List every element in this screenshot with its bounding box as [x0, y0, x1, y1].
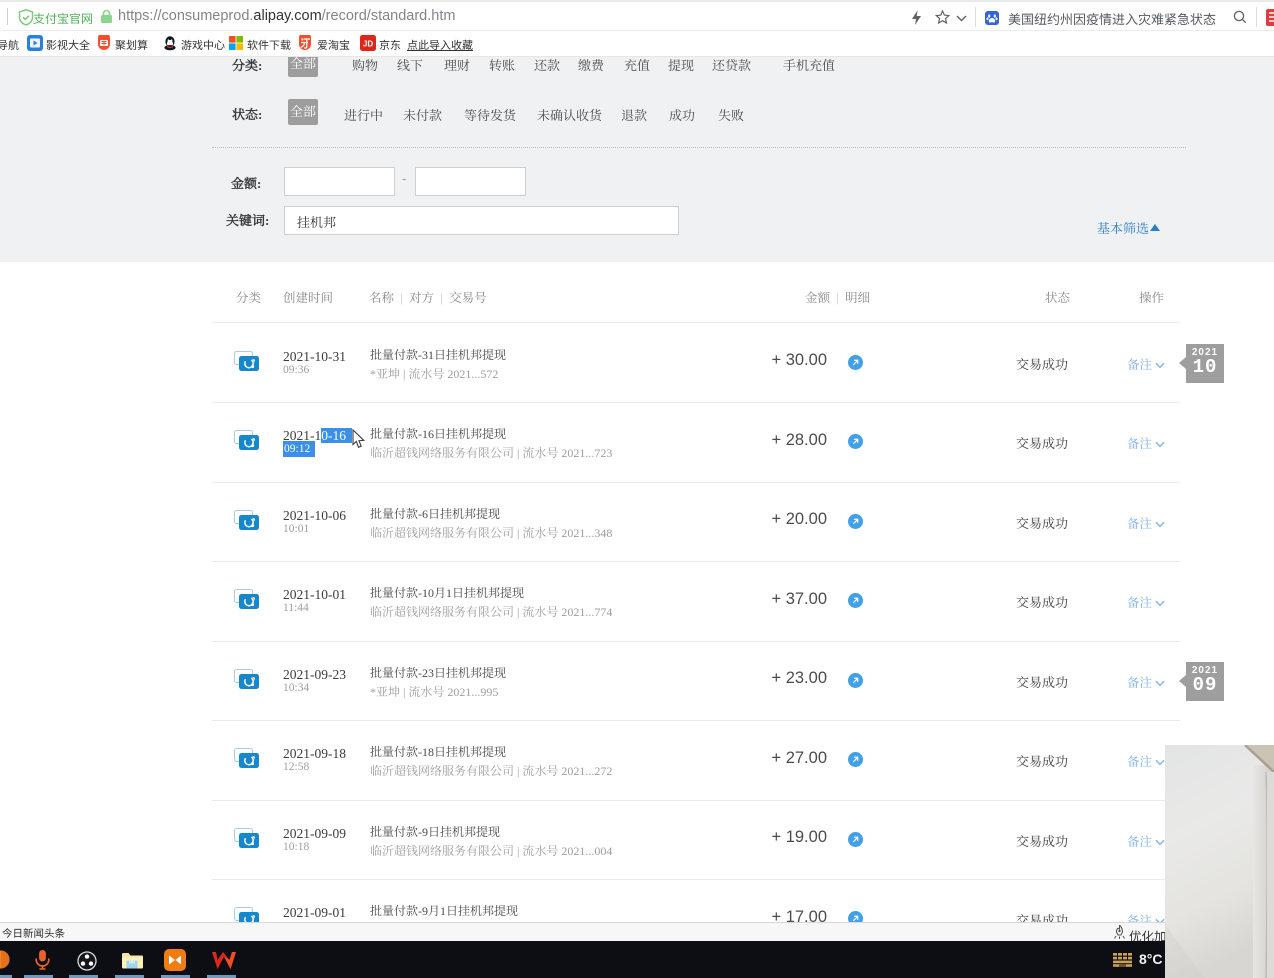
svg-text:JD: JD [363, 40, 373, 49]
